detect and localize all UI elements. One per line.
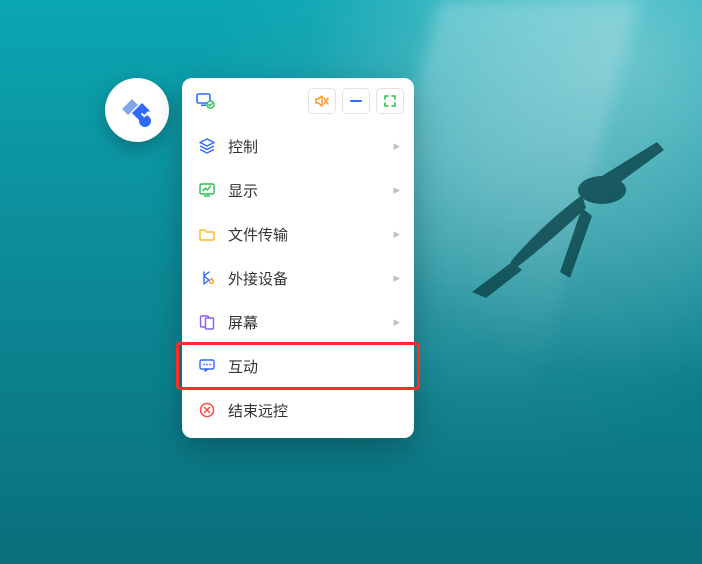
menu-item-label: 文件传输 (228, 224, 381, 245)
chevron-right-icon: ▸ (393, 138, 400, 154)
diver-silhouette (452, 130, 672, 300)
mute-button[interactable] (308, 88, 336, 114)
chevron-right-icon: ▸ (393, 314, 400, 330)
menu-item-label: 互动 (228, 356, 400, 377)
bluetooth-peripheral-icon (198, 269, 216, 287)
layers-icon (198, 137, 216, 155)
menu-item-end-session[interactable]: 结束远控 (182, 388, 414, 432)
minimize-button[interactable] (342, 88, 370, 114)
menu-item-label: 外接设备 (228, 268, 381, 289)
menu-item-label: 显示 (228, 180, 381, 201)
speaker-mute-icon (314, 93, 330, 109)
monitor-connected-icon (194, 90, 216, 112)
menu-item-file-transfer[interactable]: 文件传输 ▸ (182, 212, 414, 256)
app-logo-icon (118, 91, 156, 129)
minimize-icon (348, 93, 364, 109)
menu-item-screen[interactable]: 屏幕 ▸ (182, 300, 414, 344)
menu-item-display[interactable]: 显示 ▸ (182, 168, 414, 212)
folder-icon (198, 225, 216, 243)
monitor-chart-icon (198, 181, 216, 199)
panel-topbar (182, 88, 414, 124)
chevron-right-icon: ▸ (393, 226, 400, 242)
fullscreen-button[interactable] (376, 88, 404, 114)
chevron-right-icon: ▸ (393, 270, 400, 286)
menu-item-control[interactable]: 控制 ▸ (182, 124, 414, 168)
menu-item-interact[interactable]: 互动 (182, 344, 414, 388)
menu-item-label: 控制 (228, 136, 381, 157)
close-circle-icon (198, 401, 216, 419)
app-badge (105, 78, 169, 142)
menu-list: 控制 ▸ 显示 ▸ 文件传输 ▸ (182, 124, 414, 432)
menu-item-peripherals[interactable]: 外接设备 ▸ (182, 256, 414, 300)
fullscreen-brackets-icon (382, 93, 398, 109)
desktop-background: 控制 ▸ 显示 ▸ 文件传输 ▸ (0, 0, 702, 564)
menu-item-label: 结束远控 (228, 400, 400, 421)
chat-monitor-icon (198, 357, 216, 375)
multi-screen-icon (198, 313, 216, 331)
menu-item-label: 屏幕 (228, 312, 381, 333)
chevron-right-icon: ▸ (393, 182, 400, 198)
session-control-panel: 控制 ▸ 显示 ▸ 文件传输 ▸ (182, 78, 414, 438)
